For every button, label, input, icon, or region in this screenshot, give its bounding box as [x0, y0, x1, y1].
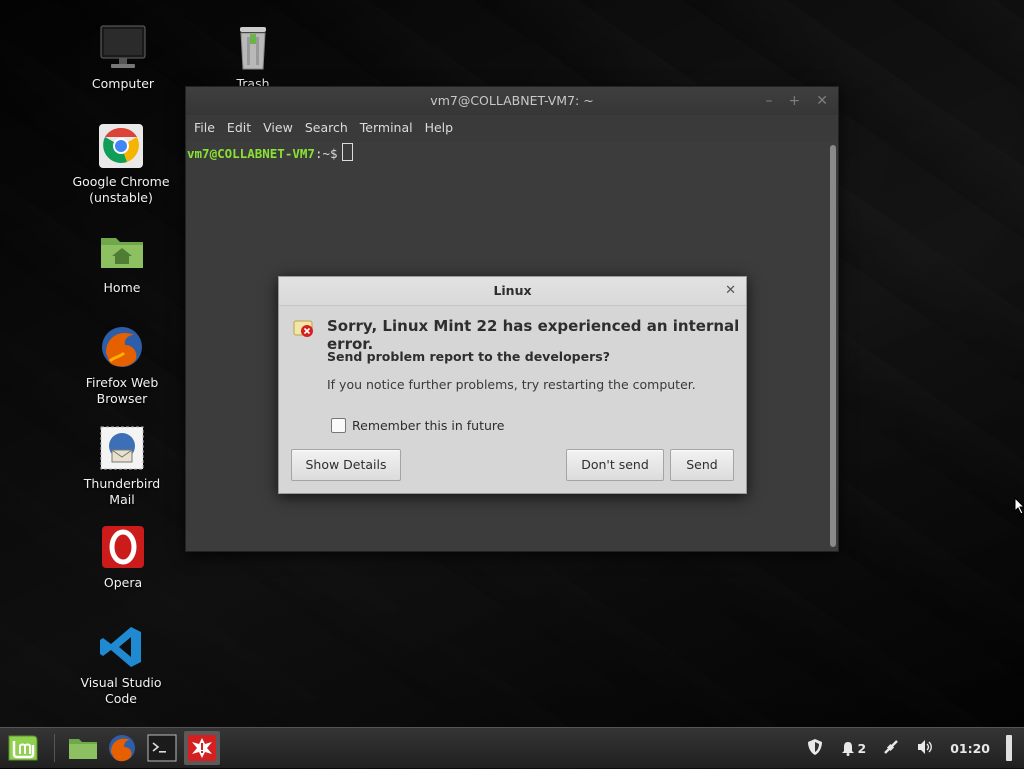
maximize-icon[interactable]: + — [789, 87, 801, 115]
dialog-title: Linux — [493, 283, 532, 298]
thunderbird-icon — [98, 424, 146, 472]
desktop-icon-label: Firefox Web Browser — [85, 375, 159, 406]
notifications-item[interactable]: 2 — [840, 740, 867, 756]
desktop-icon-vscode[interactable]: Visual Studio Code — [71, 623, 171, 707]
desktop-icon-trash[interactable]: Trash — [203, 24, 303, 92]
network-icon[interactable] — [882, 738, 900, 759]
shield-icon[interactable] — [806, 738, 824, 759]
desktop-icon-firefox[interactable]: Firefox Web Browser — [72, 323, 172, 407]
minimize-icon[interactable]: – — [766, 87, 773, 115]
prompt-user: vm7@COLLABNET-VM7 — [187, 146, 315, 161]
show-desktop-button[interactable] — [1006, 735, 1012, 761]
desktop-icon-label: Visual Studio Code — [80, 675, 162, 706]
desktop-icon-thunderbird[interactable]: Thunderbird Mail — [72, 424, 172, 508]
remember-checkbox[interactable] — [331, 418, 346, 433]
dialog-titlebar[interactable]: Linux ✕ — [279, 277, 746, 306]
desktop-icon-label: Computer — [91, 76, 155, 91]
chrome-icon — [97, 122, 145, 170]
firefox-taskbar-icon[interactable] — [106, 732, 138, 764]
terminal-menubar: File Edit View Search Terminal Help — [186, 115, 838, 141]
terminal-scrollbar[interactable] — [830, 145, 836, 547]
dialog-subheading: Send problem report to the developers? — [327, 349, 610, 364]
opera-icon — [99, 523, 147, 571]
text-cursor — [341, 143, 353, 161]
show-details-button[interactable]: Show Details — [291, 449, 401, 481]
desktop-icon-home[interactable]: Home — [72, 228, 172, 296]
error-crash-icon — [293, 319, 315, 339]
bell-icon — [841, 742, 854, 756]
vscode-icon — [97, 623, 145, 671]
clock[interactable]: 01:20 — [950, 741, 990, 756]
terminal-title: vm7@COLLABNET-VM7: ~ — [430, 93, 594, 108]
menu-file[interactable]: File — [188, 115, 221, 141]
prompt-line: vm7@COLLABNET-VM7:~$ — [186, 141, 828, 164]
close-icon[interactable]: ✕ — [816, 87, 828, 115]
desktop-icon-label: Home — [103, 280, 141, 295]
home-folder-icon — [98, 228, 146, 276]
taskbar: 2 01:20 — [0, 727, 1024, 768]
crash-report-icon — [188, 735, 216, 761]
dialog-body-text: If you notice further problems, try rest… — [327, 377, 696, 392]
system-tray: 2 01:20 — [806, 728, 1012, 768]
crash-report-taskbar-item[interactable] — [184, 731, 220, 765]
desktop-icon-computer[interactable]: Computer — [73, 24, 173, 92]
error-report-dialog[interactable]: Linux ✕ Sorry, Linux Mint 22 has experie… — [278, 276, 747, 494]
desktop-icon-label: Google Chrome (unstable) — [72, 174, 170, 205]
menu-view[interactable]: View — [257, 115, 299, 141]
desktop-icon-label: Thunderbird Mail — [83, 476, 161, 507]
notification-count: 2 — [857, 740, 867, 756]
files-folder-icon[interactable] — [67, 732, 99, 764]
prompt-path: :~$ — [314, 146, 338, 161]
dialog-close-icon[interactable]: ✕ — [725, 277, 736, 305]
menu-help[interactable]: Help — [419, 115, 460, 141]
menu-edit[interactable]: Edit — [221, 115, 257, 141]
mouse-pointer-icon — [1014, 496, 1024, 519]
send-button[interactable]: Send — [670, 449, 734, 481]
menu-terminal[interactable]: Terminal — [354, 115, 419, 141]
firefox-icon — [98, 323, 146, 371]
desktop-icon-opera[interactable]: Opera — [73, 523, 173, 591]
terminal-taskbar-icon[interactable] — [146, 732, 178, 764]
remember-checkbox-row[interactable]: Remember this in future — [331, 418, 504, 433]
remember-label[interactable]: Remember this in future — [352, 418, 504, 433]
terminal-titlebar[interactable]: vm7@COLLABNET-VM7: ~ – + ✕ — [186, 87, 838, 115]
dialog-heading: Sorry, Linux Mint 22 has experienced an … — [327, 317, 740, 353]
dont-send-button[interactable]: Don't send — [566, 449, 664, 481]
menu-search[interactable]: Search — [299, 115, 354, 141]
mint-menu-icon[interactable] — [6, 732, 38, 764]
desktop-icon-chrome[interactable]: Google Chrome (unstable) — [71, 122, 171, 206]
trash-icon — [229, 24, 277, 72]
computer-icon — [99, 24, 147, 72]
volume-icon[interactable] — [916, 738, 934, 759]
desktop-icon-label: Opera — [103, 575, 143, 590]
